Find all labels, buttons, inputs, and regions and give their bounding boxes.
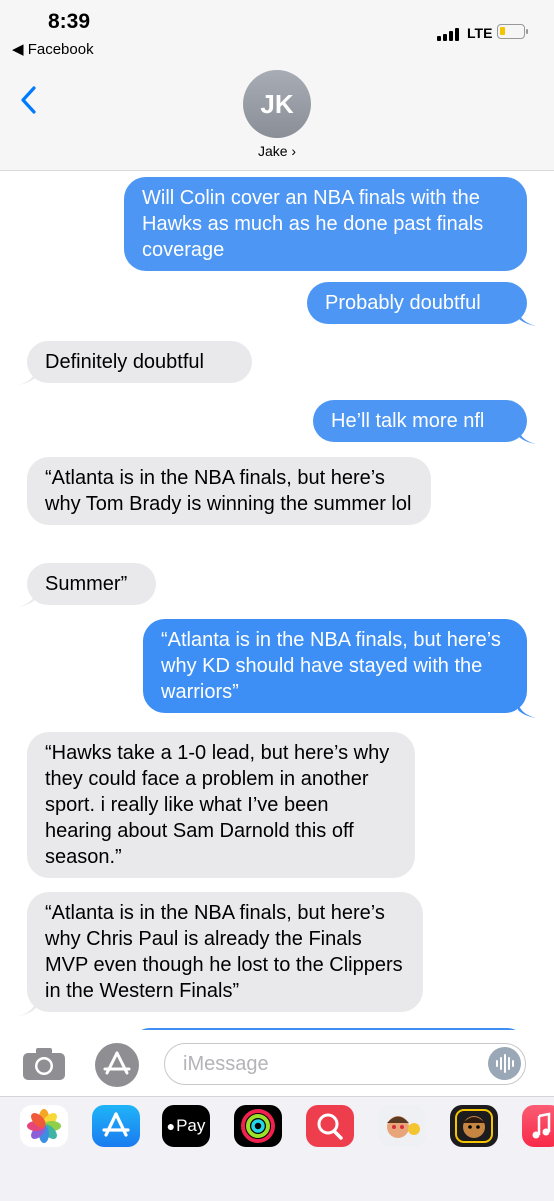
bubble-tail bbox=[518, 310, 536, 326]
animoji-icon[interactable] bbox=[450, 1105, 498, 1147]
bubble-tail bbox=[518, 428, 536, 444]
message-bubble-outgoing[interactable]: Will Colin cover an NBA finals with the … bbox=[124, 177, 527, 271]
back-to-app-link[interactable]: ◀ Facebook bbox=[12, 40, 94, 58]
audio-message-button[interactable] bbox=[488, 1047, 521, 1080]
app-store-button[interactable] bbox=[95, 1043, 139, 1087]
camera-icon[interactable] bbox=[22, 1047, 66, 1081]
app-store-icon[interactable] bbox=[92, 1105, 140, 1147]
apple-pay-label: Pay bbox=[176, 1116, 206, 1135]
message-bubble-outgoing[interactable]: He’ll talk more nfl bbox=[313, 400, 527, 442]
apple-pay-icon[interactable]: ● Pay bbox=[162, 1105, 210, 1147]
back-chevron-icon[interactable] bbox=[20, 86, 36, 114]
battery-icon bbox=[497, 24, 525, 39]
photos-icon[interactable] bbox=[20, 1105, 68, 1147]
imessage-input[interactable]: iMessage bbox=[164, 1043, 526, 1085]
apple-glyph-icon: ● bbox=[166, 1118, 176, 1134]
contact-avatar[interactable]: JK bbox=[243, 70, 311, 138]
contact-name[interactable]: Jake › bbox=[0, 143, 554, 159]
network-type: LTE bbox=[467, 25, 493, 41]
message-bubble-incoming[interactable]: Summer” bbox=[27, 563, 156, 605]
app-store-icon bbox=[103, 1051, 131, 1075]
bubble-tail bbox=[18, 369, 36, 385]
bubble-tail bbox=[18, 1000, 36, 1016]
message-bubble-incoming[interactable]: “Atlanta is in the NBA finals, but here’… bbox=[27, 892, 423, 1012]
cellular-signal-icon bbox=[437, 28, 463, 41]
message-bubble-outgoing[interactable]: Probably doubtful bbox=[307, 282, 527, 324]
status-time: 8:39 bbox=[48, 10, 91, 33]
memoji-stickers-icon[interactable] bbox=[378, 1105, 426, 1147]
message-bubble-incoming[interactable]: “Atlanta is in the NBA finals, but here’… bbox=[27, 457, 431, 525]
music-icon[interactable] bbox=[522, 1105, 554, 1147]
message-bubble-outgoing[interactable]: “Atlanta is in the NBA finals, but here’… bbox=[143, 619, 527, 713]
search-images-icon[interactable] bbox=[306, 1105, 354, 1147]
input-placeholder: iMessage bbox=[183, 1053, 269, 1075]
waveform-icon bbox=[496, 1054, 514, 1073]
bubble-tail bbox=[518, 702, 536, 718]
message-bubble-incoming[interactable]: Definitely doubtful bbox=[27, 341, 252, 383]
activity-icon[interactable] bbox=[234, 1105, 282, 1147]
bubble-tail bbox=[18, 591, 36, 607]
conversation-header: 8:39 ◀ Facebook LTE JK Jake › bbox=[0, 0, 554, 171]
message-bubble-incoming[interactable]: “Hawks take a 1-0 lead, but here’s why t… bbox=[27, 732, 415, 878]
